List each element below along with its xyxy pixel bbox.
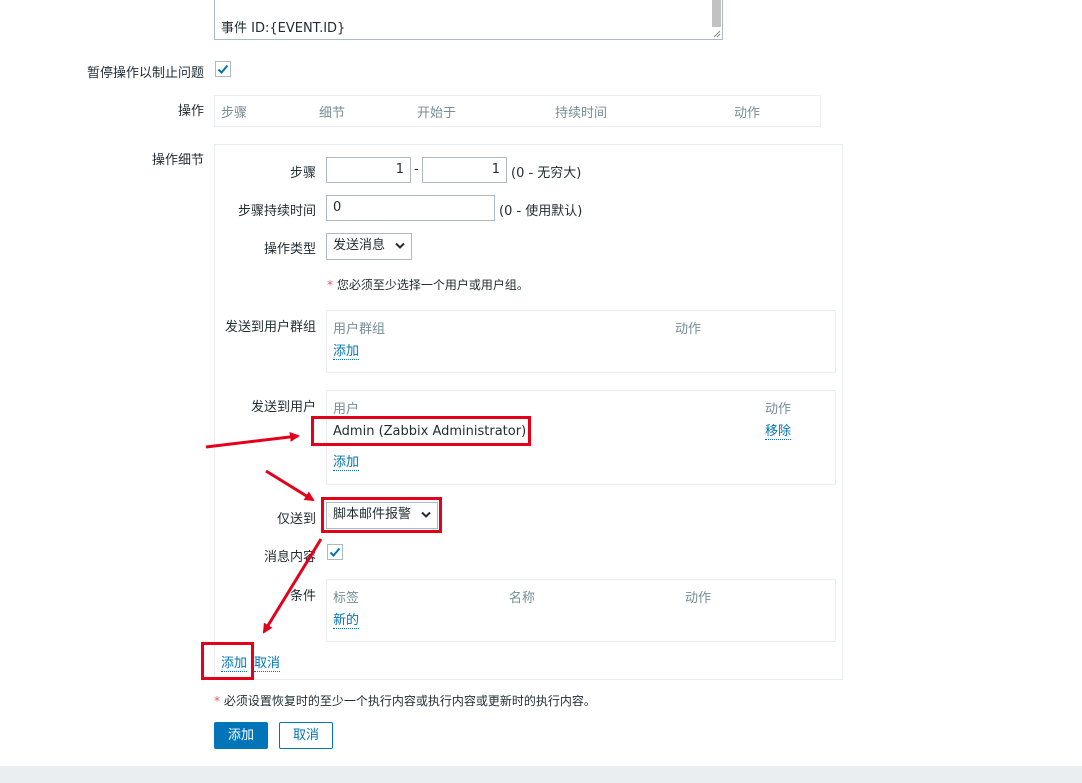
arrow-to-user (205, 431, 300, 449)
annotation-arrows (205, 431, 323, 634)
arrow-to-add (262, 538, 323, 634)
arrow-to-sendonly (265, 469, 315, 502)
